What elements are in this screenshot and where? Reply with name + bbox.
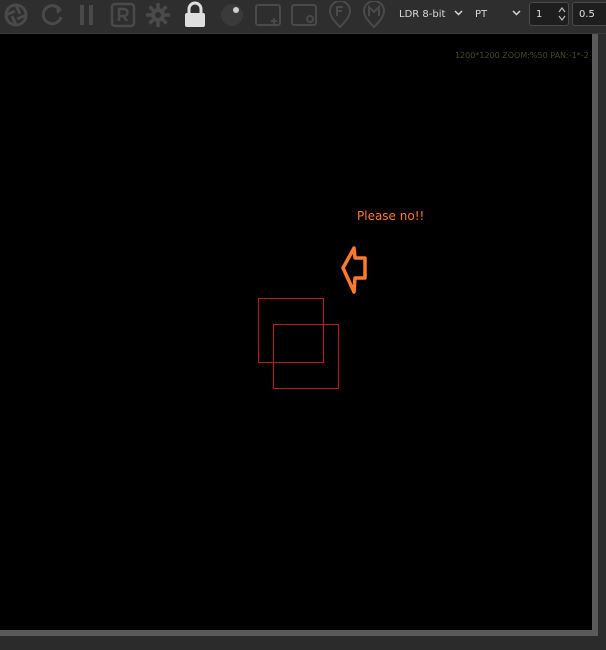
sphere-icon[interactable] bbox=[218, 2, 246, 28]
mode-value: PT bbox=[475, 8, 488, 20]
color-mode-value: LDR 8-bit bbox=[399, 8, 446, 20]
region-rectangle[interactable] bbox=[273, 324, 339, 389]
value-1-spinbox[interactable]: 1 bbox=[529, 2, 569, 26]
viewport-frame-bottom bbox=[0, 630, 598, 636]
spin-arrows-icon[interactable] bbox=[558, 5, 566, 23]
value-2-spinbox[interactable]: 0.5 bbox=[572, 2, 606, 26]
settings-gear-icon[interactable] bbox=[144, 2, 172, 28]
toolbar: LDR 8-bit PT 1 0.5 bbox=[0, 0, 606, 34]
left-arrow-icon bbox=[341, 246, 367, 294]
lock-icon[interactable] bbox=[182, 1, 208, 28]
value-1-text: 1 bbox=[536, 8, 543, 20]
aperture-icon[interactable] bbox=[2, 2, 30, 28]
viewport-frame-right bbox=[592, 34, 598, 636]
render-r-icon[interactable] bbox=[110, 2, 136, 28]
viewport-info-text: 1200*1200 ZOOM:%50 PAN:-1*-2 bbox=[455, 51, 589, 60]
chevron-down-icon bbox=[512, 10, 521, 16]
color-mode-select[interactable]: LDR 8-bit bbox=[399, 3, 467, 25]
value-2-text: 0.5 bbox=[579, 8, 595, 20]
focus-f-icon[interactable] bbox=[328, 1, 352, 29]
annotation-text: Please no!! bbox=[357, 209, 425, 223]
add-viewport-icon[interactable] bbox=[254, 2, 282, 28]
pause-icon[interactable] bbox=[76, 2, 98, 28]
refresh-icon[interactable] bbox=[38, 2, 66, 28]
camera-region-icon[interactable] bbox=[290, 2, 318, 28]
mode-select[interactable]: PT bbox=[475, 3, 525, 25]
map-pin-m-icon[interactable] bbox=[362, 1, 386, 29]
chevron-down-icon bbox=[454, 10, 463, 16]
